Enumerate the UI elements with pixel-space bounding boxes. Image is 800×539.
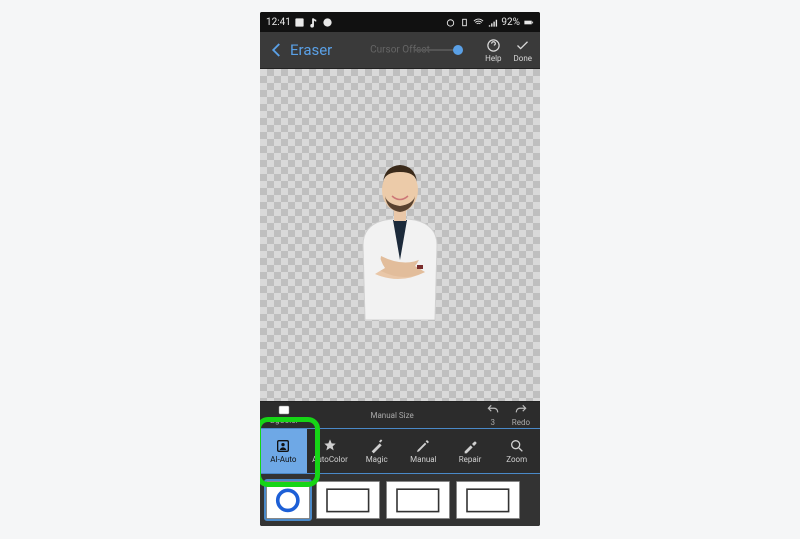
appbar-actions: Help Done — [485, 38, 532, 63]
tool-label: Magic — [366, 455, 388, 464]
tool-label: Repair — [459, 455, 482, 464]
status-left: 12:41 — [266, 17, 333, 28]
primary-toolbar: AI-Auto AutoColor Magic Manual Repair Zo… — [260, 428, 540, 474]
secondary-toolbar: BgColor Manual Size 3 Redo — [260, 401, 540, 428]
tool-magic[interactable]: Magic — [353, 429, 400, 473]
photo-icon — [294, 17, 305, 28]
undo-count: 3 — [491, 418, 496, 427]
undo-button[interactable]: 3 — [480, 403, 506, 427]
thumbnail-4[interactable] — [456, 481, 520, 519]
stage: 12:41 92% Eraser Cursor Offset — [0, 0, 800, 539]
phone-frame: 12:41 92% Eraser Cursor Offset — [260, 12, 540, 526]
tool-label: Manual — [410, 455, 436, 464]
help-label: Help — [485, 54, 501, 63]
status-time: 12:41 — [266, 17, 291, 28]
battery-text: 92% — [501, 17, 520, 28]
bgcolor-button[interactable]: BgColor — [264, 405, 304, 425]
tool-zoom[interactable]: Zoom — [493, 429, 540, 473]
manual-size-label: Manual Size — [364, 411, 419, 420]
redo-button[interactable]: Redo — [506, 403, 536, 427]
thumbnail-2[interactable] — [316, 481, 380, 519]
tool-autocolor[interactable]: AutoColor — [307, 429, 354, 473]
status-right: 92% — [445, 17, 534, 28]
page-title: Eraser — [290, 41, 332, 59]
offset-slider[interactable] — [414, 49, 458, 51]
tool-label: AutoColor — [312, 455, 348, 464]
tiktok-icon — [308, 17, 319, 28]
thumbnail-strip — [260, 474, 540, 526]
thumbnail-3[interactable] — [386, 481, 450, 519]
tool-repair[interactable]: Repair — [447, 429, 494, 473]
done-button[interactable]: Done — [514, 38, 532, 63]
undo-icon — [486, 403, 500, 417]
back-button[interactable] — [268, 41, 286, 59]
tool-label: Zoom — [506, 455, 527, 464]
thumbnail-1[interactable] — [266, 481, 310, 519]
help-button[interactable]: Help — [485, 38, 501, 63]
messenger-icon — [322, 17, 333, 28]
redo-label: Redo — [512, 418, 530, 427]
alarm-icon — [445, 17, 456, 28]
bgcolor-label: BgColor — [270, 416, 298, 425]
redo-icon — [514, 403, 528, 417]
tool-label: AI-Auto — [270, 455, 296, 464]
status-bar: 12:41 92% — [260, 12, 540, 32]
tool-ai-auto[interactable]: AI-Auto — [260, 429, 307, 473]
wifi-icon — [473, 17, 484, 28]
app-bar: Eraser Cursor Offset Help Done — [260, 32, 540, 69]
vibrate-icon — [459, 17, 470, 28]
battery-icon — [523, 17, 534, 28]
done-label: Done — [514, 54, 532, 63]
signal-icon — [487, 17, 498, 28]
editor-canvas[interactable] — [260, 69, 540, 401]
tool-manual[interactable]: Manual — [400, 429, 447, 473]
cutout-subject — [345, 150, 455, 320]
